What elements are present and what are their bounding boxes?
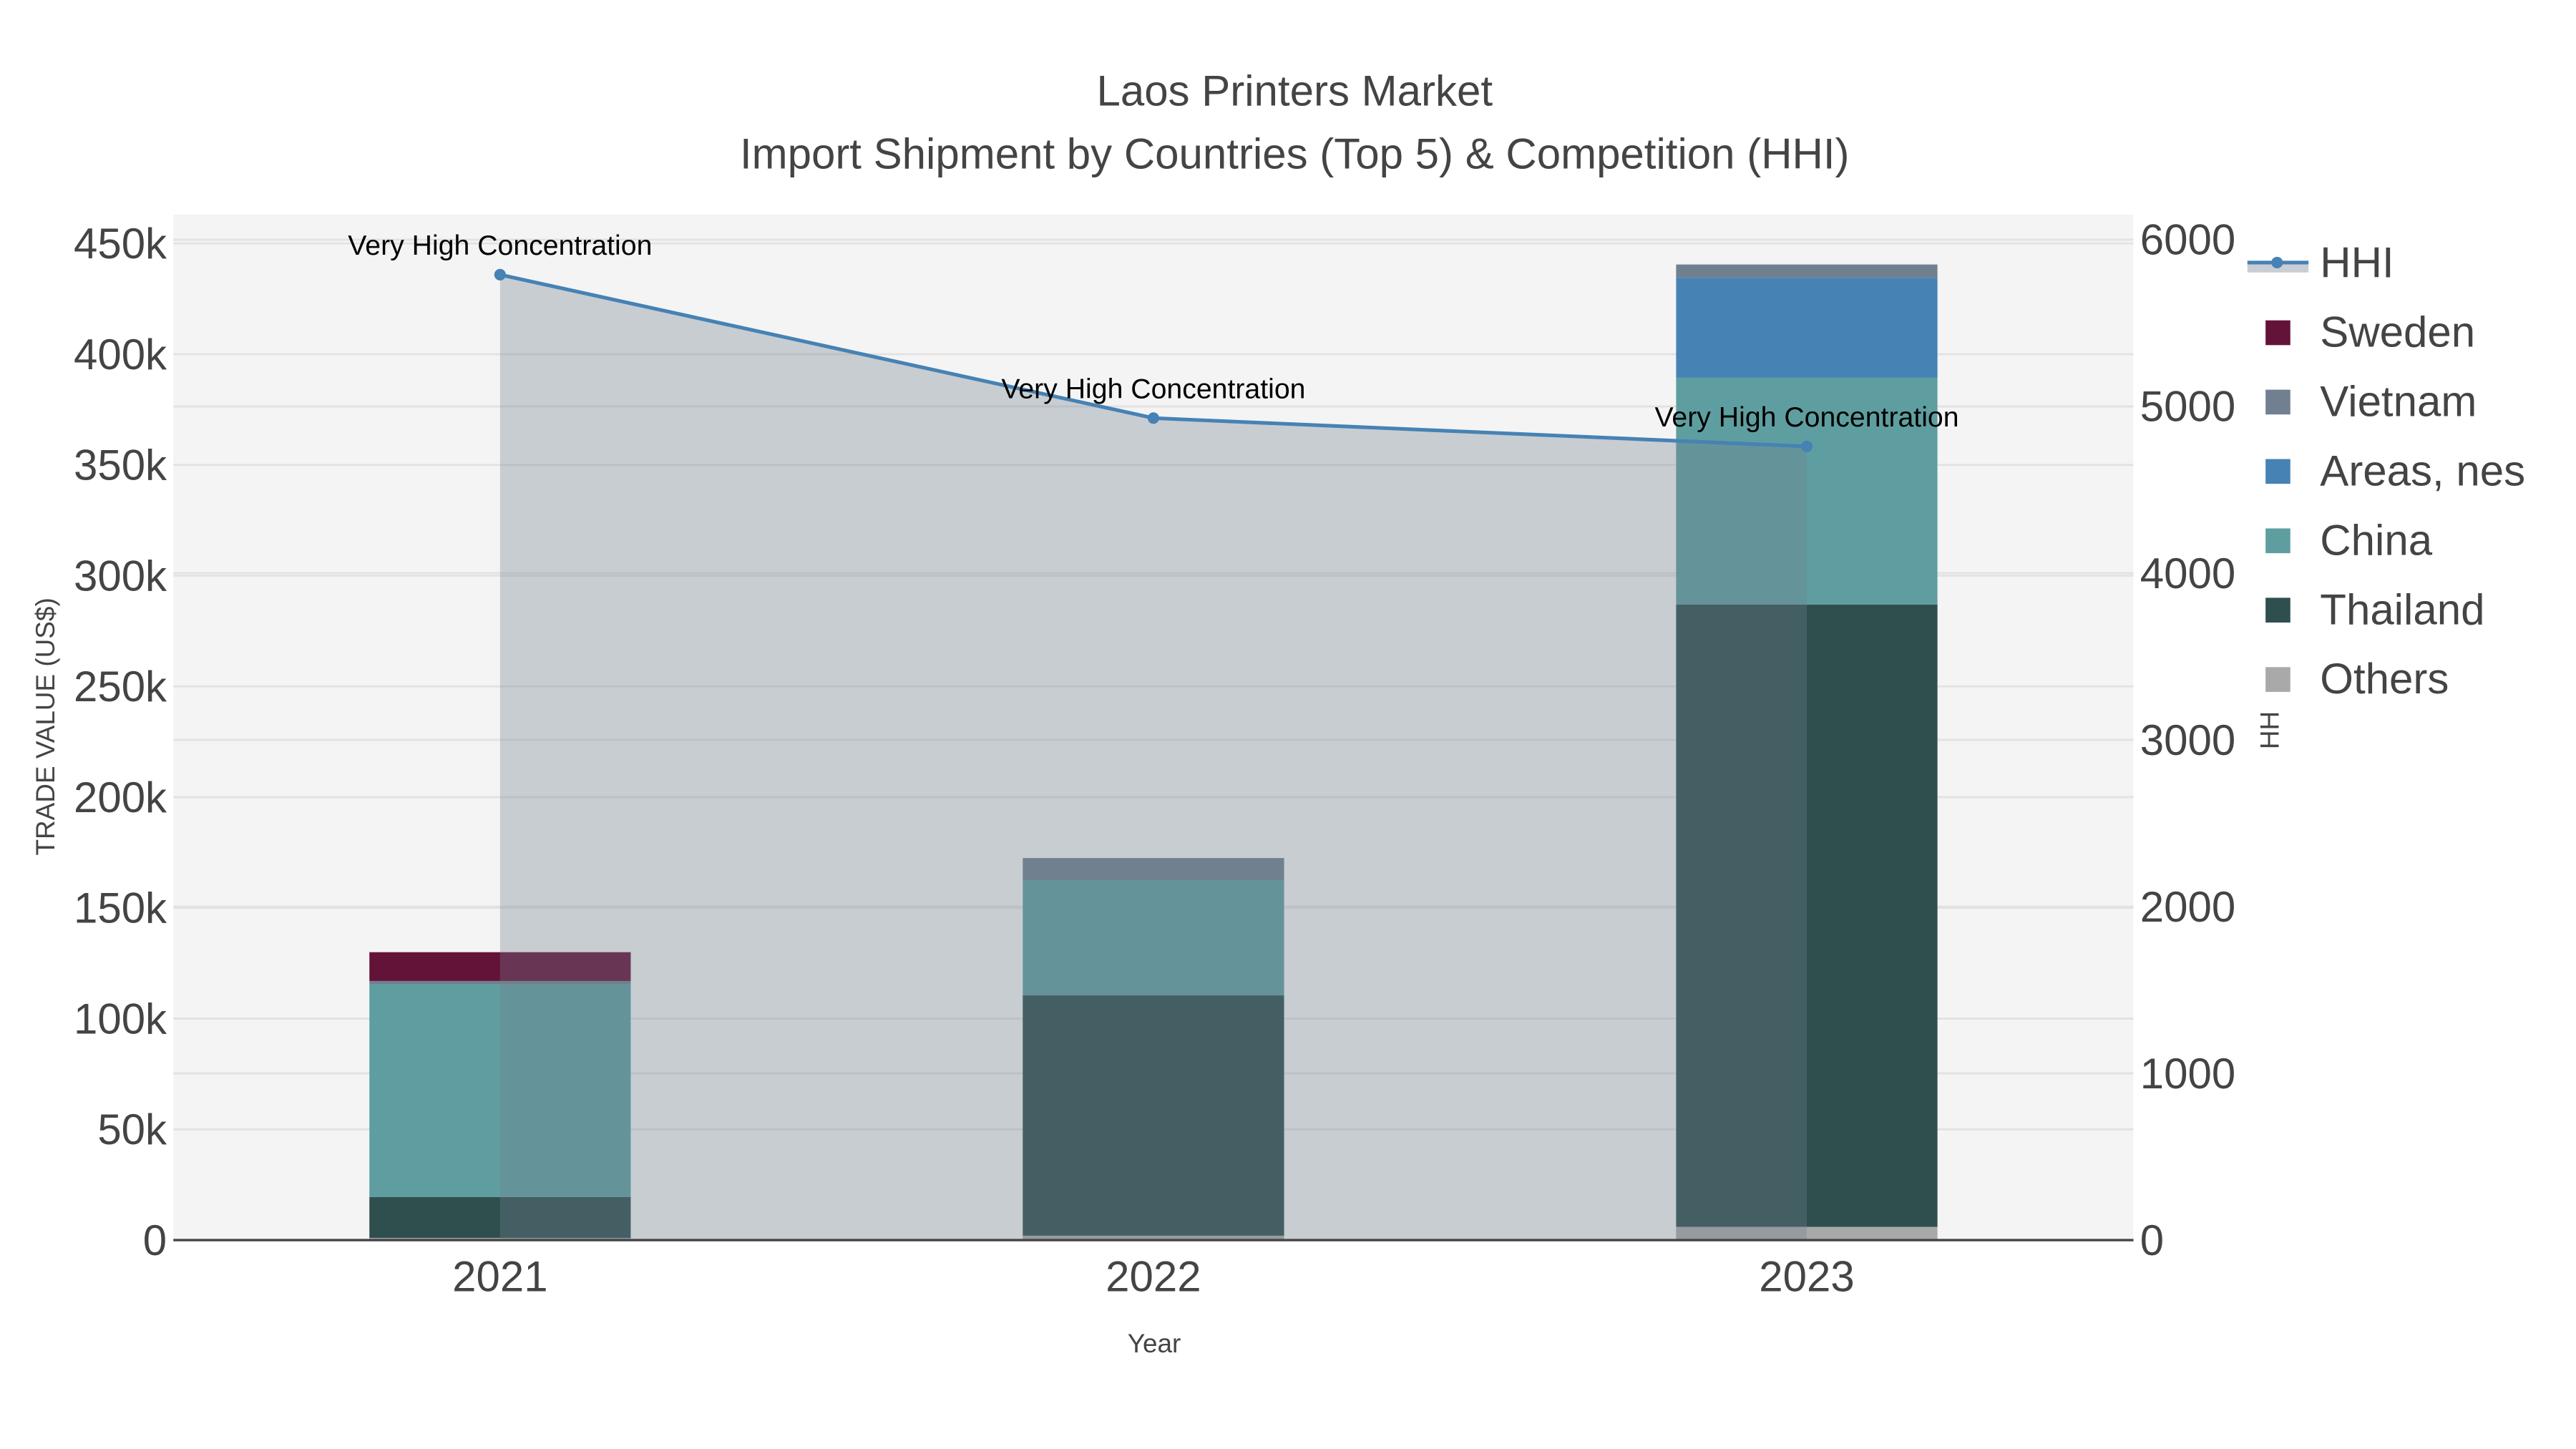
y-tick-label: 0 xyxy=(143,1216,167,1264)
legend-swatch-icon xyxy=(2265,389,2290,415)
y-tick-label: 150k xyxy=(74,884,167,932)
bar-vietnam-2023 xyxy=(1676,264,1938,278)
y-tick-label: 350k xyxy=(74,441,167,489)
y-tick-label: 250k xyxy=(74,663,167,711)
y-tick-label: 450k xyxy=(74,220,167,268)
legend-swatch-icon xyxy=(2265,528,2290,554)
legend-marker-icon xyxy=(2271,256,2283,268)
hhi-annotation: Very High Concentration xyxy=(1654,401,1958,433)
y2-tick-label: 5000 xyxy=(2140,383,2235,431)
hhi-point-2022 xyxy=(1147,412,1159,424)
legend-label: Thailand xyxy=(2320,585,2484,633)
legend-label: Vietnam xyxy=(2320,378,2477,426)
y2-tick-label: 6000 xyxy=(2140,216,2235,264)
y-tick-label: 200k xyxy=(74,774,167,821)
y-tick-label: 50k xyxy=(97,1106,167,1153)
y2-tick-label: 1000 xyxy=(2140,1050,2235,1098)
x-axis-ticks: 2021 2022 2023 xyxy=(452,1253,1855,1301)
legend-label: Sweden xyxy=(2320,308,2475,356)
y-tick-label: 100k xyxy=(74,995,167,1043)
hhi-annotation: Very High Concentration xyxy=(1001,374,1305,405)
y2-tick-label: 2000 xyxy=(2140,883,2235,931)
y-axis-title: TRADE VALUE (US$) xyxy=(31,597,60,855)
bar-areas-nes-2023 xyxy=(1676,278,1938,378)
legend-swatch-icon xyxy=(2265,320,2290,346)
x-axis-title: Year xyxy=(1128,1329,1181,1358)
y2-axis-ticks: 0 1000 2000 3000 4000 5000 6000 xyxy=(2140,216,2235,1264)
legend-label: Others xyxy=(2320,655,2449,703)
y2-tick-label: 3000 xyxy=(2140,716,2235,764)
legend-label: HHI xyxy=(2320,239,2394,287)
y2-tick-label: 0 xyxy=(2140,1216,2164,1264)
chart-subtitle: Import Shipment by Countries (Top 5) & C… xyxy=(740,130,1850,177)
legend-swatch-icon xyxy=(2265,667,2290,692)
x-tick-label: 2023 xyxy=(1759,1253,1854,1301)
y2-tick-label: 4000 xyxy=(2140,550,2235,597)
legend-label: China xyxy=(2320,516,2432,564)
hhi-annotation: Very High Concentration xyxy=(348,230,652,261)
legend-swatch-icon xyxy=(2265,459,2290,484)
hhi-point-2021 xyxy=(494,268,506,280)
chart-title: Laos Printers Market xyxy=(1096,67,1493,115)
y-axis-ticks: 0 50k 100k 150k 200k 250k 300k 350k 400k 450k xyxy=(74,220,167,1264)
y2-axis-title: HHI xyxy=(2255,704,2285,750)
x-tick-label: 2022 xyxy=(1106,1253,1201,1301)
legend-swatch-icon xyxy=(2265,597,2290,623)
y-tick-label: 300k xyxy=(74,552,167,600)
chart: Very High Concentration Very High Concent… xyxy=(31,67,2576,1358)
hhi-point-2023 xyxy=(1800,440,1813,452)
y-tick-label: 400k xyxy=(74,331,167,379)
x-tick-label: 2021 xyxy=(452,1253,547,1301)
legend-label: Areas, nes xyxy=(2320,447,2525,494)
